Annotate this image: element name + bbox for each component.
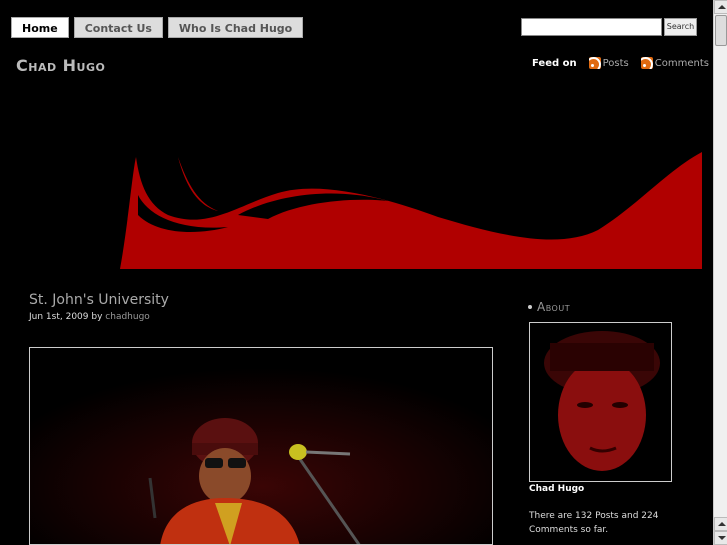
search-form: Search [521, 18, 697, 36]
post-by: by [91, 312, 103, 322]
author-avatar-graphic [530, 323, 671, 481]
header-banner-graphic [120, 152, 702, 269]
main-nav: Home Contact Us Who Is Chad Hugo [11, 17, 304, 38]
vertical-scrollbar[interactable] [713, 0, 727, 545]
scroll-down-arrow-icon[interactable] [714, 531, 727, 545]
post-photo-graphic [30, 348, 492, 544]
sidebar-heading-label: About [537, 300, 571, 314]
sidebar-stats: There are 132 Posts and 224 Comments so … [529, 511, 659, 535]
rss-icon [588, 57, 601, 69]
feed-comments-link[interactable]: Comments [640, 57, 709, 69]
feed-comments-label: Comments [654, 57, 709, 69]
scroll-up-arrow-icon[interactable] [714, 0, 727, 14]
feed-links: Feed on Posts Comments [532, 57, 721, 69]
bullet-icon [528, 305, 532, 309]
search-button[interactable]: Search [664, 18, 697, 36]
nav-tab-who-is-chad-hugo[interactable]: Who Is Chad Hugo [167, 17, 304, 38]
feed-posts-label: Posts [602, 57, 629, 69]
nav-tab-contact-us[interactable]: Contact Us [73, 17, 163, 38]
post-photo[interactable] [29, 347, 493, 545]
post-meta: Jun 1st, 2009 by chadhugo [29, 312, 150, 322]
scroll-up-arrow-icon[interactable] [714, 517, 727, 531]
feed-label: Feed on [532, 57, 577, 69]
nav-tab-home[interactable]: Home [11, 17, 69, 38]
post-title[interactable]: St. John's University [29, 292, 169, 308]
sidebar-heading: About [528, 300, 570, 314]
site-title[interactable]: Chad Hugo [16, 56, 105, 75]
post-author-link[interactable]: chadhugo [105, 312, 150, 322]
feed-posts-link[interactable]: Posts [588, 57, 629, 69]
post-date: Jun 1st, 2009 [29, 312, 89, 322]
author-name: Chad Hugo [529, 484, 585, 494]
scrollbar-thumb[interactable] [715, 15, 727, 46]
rss-icon [640, 57, 653, 69]
author-avatar [529, 322, 672, 482]
search-input[interactable] [521, 18, 662, 36]
